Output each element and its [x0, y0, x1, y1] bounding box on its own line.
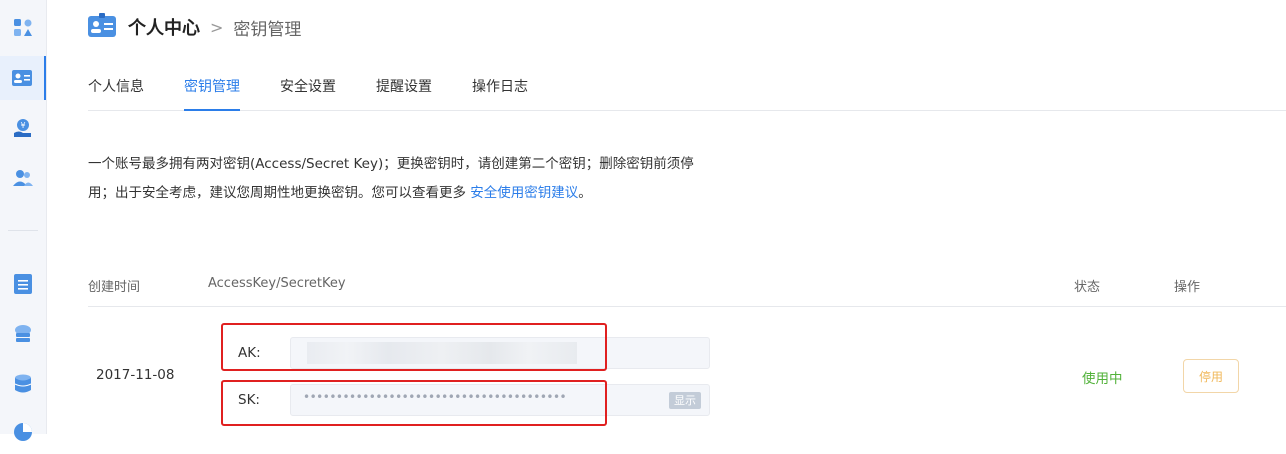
breadcrumb-current: 密钥管理 — [233, 19, 302, 40]
tab-reminder-settings[interactable]: 提醒设置 — [376, 76, 432, 109]
page-header: 个人中心 > 密钥管理 — [88, 12, 301, 42]
description-line-2: 用；出于安全考虑，建议您周期性地更换密钥。您可以查看更多 安全使用密钥建议。 — [88, 185, 592, 201]
database-icon[interactable] — [0, 362, 46, 406]
page-title: 个人中心 — [128, 18, 200, 39]
disable-button[interactable]: 停用 — [1183, 359, 1239, 393]
status-badge: 使用中 — [1082, 371, 1123, 387]
column-header-action: 操作 — [1174, 280, 1201, 295]
tab-operation-log[interactable]: 操作日志 — [472, 76, 528, 109]
id-card-icon — [88, 13, 116, 41]
sidebar: ¥ — [0, 0, 47, 441]
hand-yuan-icon[interactable]: ¥ — [0, 106, 46, 150]
cloud-server-icon[interactable] — [0, 312, 46, 356]
table-header-divider — [88, 306, 1286, 307]
column-header-created: 创建时间 — [88, 280, 141, 295]
show-secret-button[interactable]: 显示 — [669, 392, 701, 409]
highlight-box-sk — [221, 380, 607, 426]
tab-security-settings[interactable]: 安全设置 — [280, 76, 336, 109]
document-list-icon[interactable] — [0, 262, 46, 306]
tab-bar: 个人信息 密钥管理 安全设置 提醒设置 操作日志 — [88, 64, 1286, 111]
pie-chart-icon[interactable] — [0, 410, 46, 454]
tab-profile[interactable]: 个人信息 — [88, 76, 144, 109]
breadcrumb-separator: > — [210, 17, 224, 37]
svg-text:¥: ¥ — [20, 121, 25, 130]
column-header-keys: AccessKey/SecretKey — [208, 276, 346, 291]
id-card-icon[interactable] — [0, 56, 46, 100]
description-line-1: 一个账号最多拥有两对密钥(Access/Secret Key)；更换密钥时，请创… — [88, 156, 694, 172]
column-header-status: 状态 — [1074, 280, 1101, 295]
created-date: 2017-11-08 — [96, 367, 175, 383]
tab-key-management[interactable]: 密钥管理 — [184, 76, 240, 111]
key-security-advice-link[interactable]: 安全使用密钥建议 — [470, 185, 578, 201]
apps-icon[interactable] — [0, 6, 46, 50]
main-content: 个人中心 > 密钥管理 个人信息 密钥管理 安全设置 提醒设置 操作日志 一个账… — [46, 0, 1286, 434]
sidebar-divider — [8, 230, 38, 231]
description: 一个账号最多拥有两对密钥(Access/Secret Key)；更换密钥时，请创… — [88, 150, 728, 208]
highlight-box-ak — [221, 323, 607, 371]
users-icon[interactable] — [0, 156, 46, 200]
